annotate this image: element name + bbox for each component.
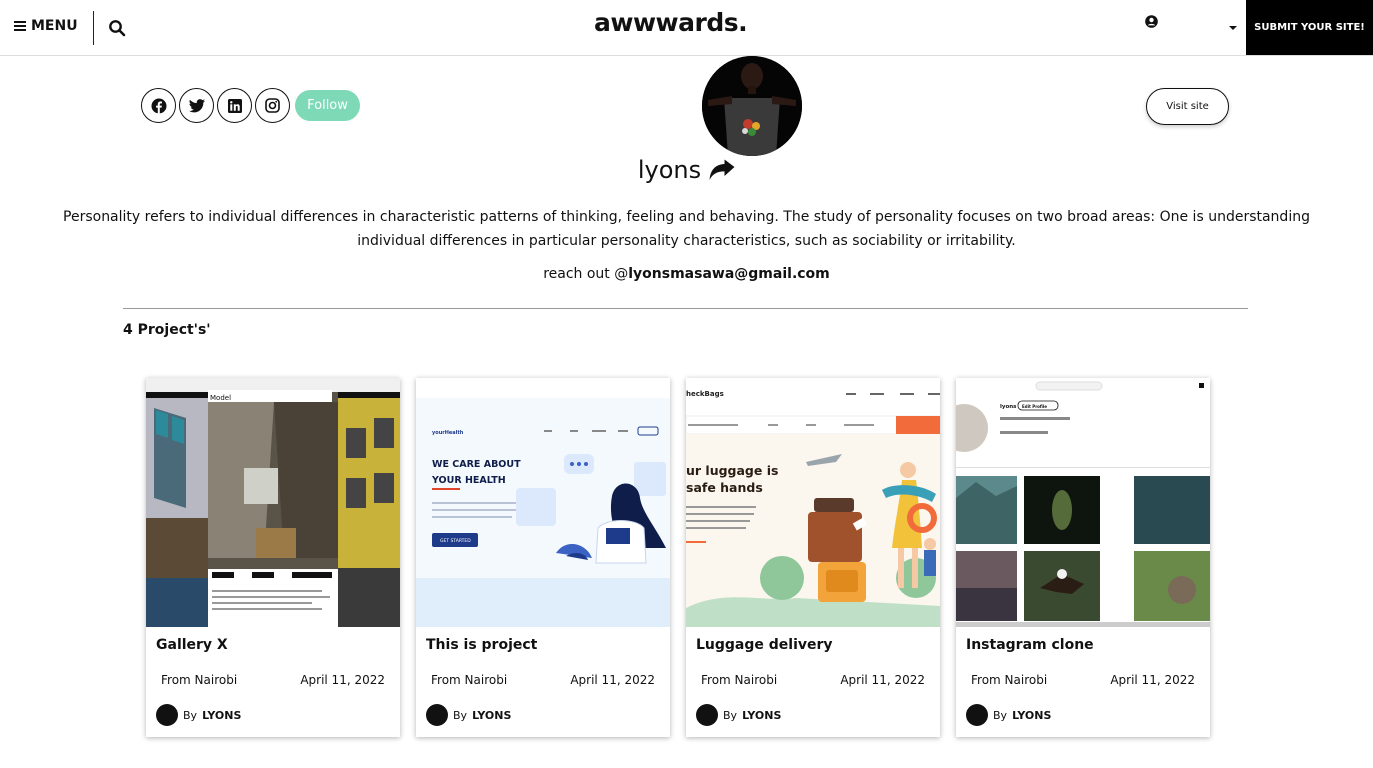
- insta-username: lyons: [1000, 404, 1017, 410]
- author-name[interactable]: LYONS: [742, 709, 781, 722]
- contact-line: reach out @lyonsmasawa@gmail.com: [0, 266, 1373, 282]
- project-location: From Nairobi: [701, 673, 778, 687]
- project-card[interactable]: yourHealth WE CARE ABOUT YOUR HEALTH GET…: [416, 378, 670, 737]
- contact-prefix: reach out @: [543, 266, 629, 282]
- menu-label: MENU: [31, 18, 78, 34]
- projects-count: 4 Project's': [123, 322, 211, 338]
- search-icon[interactable]: [108, 19, 126, 37]
- awwwards-logo[interactable]: awwwards.: [594, 8, 748, 37]
- project-author: By LYONS: [696, 704, 781, 726]
- project-title[interactable]: Instagram clone: [966, 637, 1094, 653]
- by-label: By: [723, 708, 738, 722]
- profile-username-row: lyons: [0, 156, 1373, 184]
- project-author: By LYONS: [156, 704, 241, 726]
- gallery-modal-title: Model: [210, 394, 231, 402]
- social-links: Follow: [141, 88, 360, 123]
- by-label: By: [183, 708, 198, 722]
- chevron-down-icon[interactable]: [1229, 26, 1237, 30]
- luggage-headline-2: safe hands: [686, 480, 763, 495]
- project-thumbnail: lyons Edit Profile: [956, 378, 1210, 627]
- author-name[interactable]: LYONS: [1012, 709, 1051, 722]
- project-date: April 11, 2022: [300, 673, 385, 687]
- facebook-icon[interactable]: [141, 88, 176, 123]
- project-thumbnail: yourHealth WE CARE ABOUT YOUR HEALTH GET…: [416, 378, 670, 627]
- project-card[interactable]: heckBags ur luggage is safe hands Luggag…: [686, 378, 940, 737]
- hamburger-icon: [14, 21, 26, 31]
- follow-button[interactable]: Follow: [295, 90, 360, 121]
- author-avatar: [426, 704, 448, 726]
- user-icon[interactable]: [1145, 15, 1158, 28]
- instagram-icon[interactable]: [255, 88, 290, 123]
- project-location: From Nairobi: [161, 673, 238, 687]
- project-card[interactable]: Model Gallery X From Nairobi April 11, 2…: [146, 378, 400, 737]
- linkedin-icon[interactable]: [217, 88, 252, 123]
- project-title[interactable]: Luggage delivery: [696, 637, 833, 653]
- luggage-brand: heckBags: [686, 390, 724, 398]
- project-date: April 11, 2022: [1110, 673, 1195, 687]
- by-label: By: [993, 708, 1008, 722]
- project-location: From Nairobi: [431, 673, 508, 687]
- project-author: By LYONS: [966, 704, 1051, 726]
- author-name[interactable]: LYONS: [472, 709, 511, 722]
- menu-button[interactable]: MENU: [14, 18, 78, 34]
- insta-edit-profile: Edit Profile: [1022, 404, 1047, 409]
- author-avatar: [156, 704, 178, 726]
- header-divider: [93, 11, 94, 45]
- project-title[interactable]: This is project: [426, 637, 537, 653]
- health-cta: GET STARTED: [440, 538, 471, 544]
- visit-site-button[interactable]: Visit site: [1146, 88, 1229, 125]
- project-card[interactable]: lyons Edit Profile Instagram clone From …: [956, 378, 1210, 737]
- contact-email[interactable]: lyonsmasawa@gmail.com: [628, 266, 830, 282]
- author-avatar: [696, 704, 718, 726]
- profile-avatar: [702, 56, 802, 156]
- health-headline-1: WE CARE ABOUT: [432, 459, 521, 470]
- submit-site-button[interactable]: SUBMIT YOUR SITE!: [1246, 0, 1373, 55]
- health-headline-2: YOUR HEALTH: [431, 475, 506, 486]
- project-thumbnail: Model: [146, 378, 400, 627]
- project-date: April 11, 2022: [570, 673, 655, 687]
- section-divider: [123, 308, 1248, 309]
- project-date: April 11, 2022: [840, 673, 925, 687]
- author-name[interactable]: LYONS: [202, 709, 241, 722]
- share-icon[interactable]: [709, 159, 735, 181]
- top-navbar: MENU awwwards. SUBMIT YOUR SITE!: [0, 0, 1373, 56]
- project-thumbnail: heckBags ur luggage is safe hands: [686, 378, 940, 627]
- author-avatar: [966, 704, 988, 726]
- by-label: By: [453, 708, 468, 722]
- project-title[interactable]: Gallery X: [156, 637, 228, 653]
- project-author: By LYONS: [426, 704, 511, 726]
- twitter-icon[interactable]: [179, 88, 214, 123]
- health-brand: yourHealth: [432, 430, 464, 436]
- luggage-headline-1: ur luggage is: [686, 463, 778, 478]
- profile-bio: Personality refers to individual differe…: [63, 209, 1310, 249]
- profile-username: lyons: [637, 156, 702, 184]
- project-location: From Nairobi: [971, 673, 1048, 687]
